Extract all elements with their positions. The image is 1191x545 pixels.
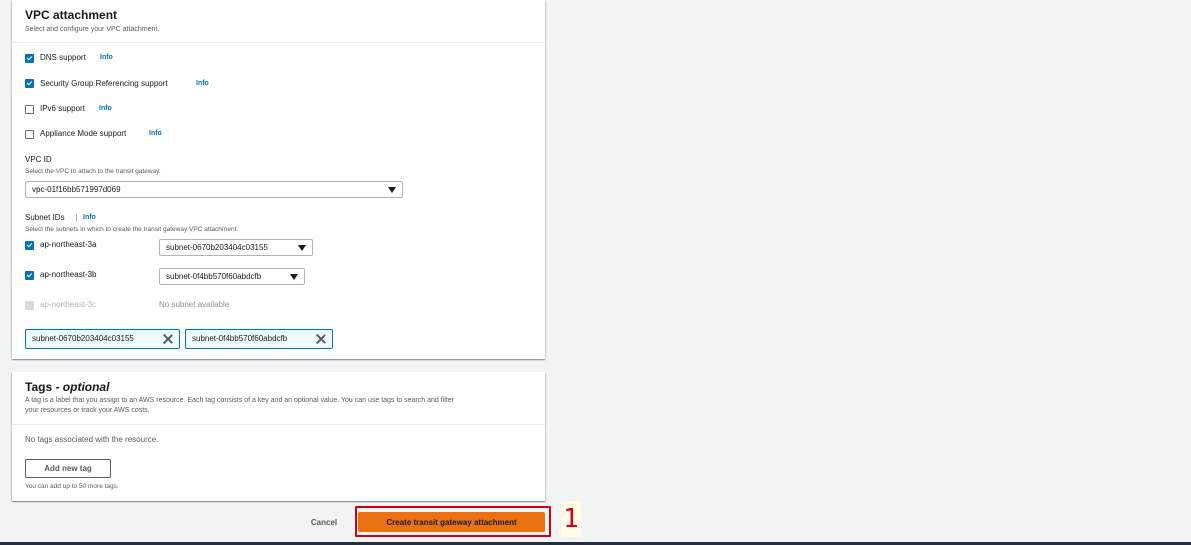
vpc-attachment-description: Select and configure your VPC attachment… <box>25 26 160 33</box>
tags-limit-text: You can add up to 50 more tags. <box>25 483 119 490</box>
subnet-token-label: subnet-0670b203404c03155 <box>32 334 134 343</box>
zone-3b-label: ap-northeast-3b <box>40 270 97 279</box>
cancel-button[interactable]: Cancel <box>300 512 348 532</box>
create-transit-gateway-attachment-button[interactable]: Create transit gateway attachment <box>358 512 545 532</box>
subnet-ids-description: Select the subnets in which to create th… <box>25 226 239 233</box>
security-group-referencing-info-link[interactable]: Info <box>196 80 209 87</box>
tags-panel: Tags - optional A tag is a label that yo… <box>12 372 545 501</box>
subnet-ids-label: Subnet IDs <box>25 213 65 222</box>
ipv6-support-checkbox[interactable] <box>25 105 34 114</box>
zone-3a-subnet-value: subnet-0670b203404c03155 <box>166 243 268 252</box>
tags-description-line1: A tag is a label that you assign to an A… <box>25 397 454 404</box>
appliance-mode-label: Appliance Mode support <box>40 129 127 138</box>
annotation-step-number: 1 <box>561 501 581 537</box>
appliance-mode-info-link[interactable]: Info <box>149 130 162 137</box>
appliance-mode-checkbox[interactable] <box>25 130 34 139</box>
zone-3b-checkbox[interactable] <box>25 271 34 280</box>
vpc-id-value: vpc-01f16bb571997d069 <box>32 185 121 194</box>
vpc-id-description: Select the VPC to attach to the transit … <box>25 168 161 175</box>
zone-3a-subnet-select[interactable]: subnet-0670b203404c03155 <box>159 239 313 256</box>
tags-title-optional: optional <box>62 380 110 394</box>
close-icon[interactable] <box>163 334 173 344</box>
zone-3c-label: ap-northeast-3c <box>40 300 97 309</box>
vpc-attachment-header: VPC attachment Select and configure your… <box>12 0 545 43</box>
dns-support-label: DNS support <box>40 53 86 62</box>
subnet-token: subnet-0f4bb570f60abdcfb <box>185 329 333 349</box>
vpc-attachment-title: VPC attachment <box>25 8 118 22</box>
tags-title-main: Tags - <box>25 380 63 394</box>
ipv6-support-info-link[interactable]: Info <box>99 105 112 112</box>
dns-support-checkbox[interactable] <box>25 54 34 63</box>
no-tags-text: No tags associated with the resource. <box>25 435 159 444</box>
tags-header: Tags - optional A tag is a label that yo… <box>12 372 545 425</box>
subnet-token-label: subnet-0f4bb570f60abdcfb <box>192 334 288 343</box>
subnet-ids-info-link[interactable]: Info <box>83 214 96 221</box>
zone-3c-checkbox <box>25 301 34 310</box>
tags-description-line2: your resources or track your AWS costs. <box>25 407 150 414</box>
dns-support-info-link[interactable]: Info <box>100 54 113 61</box>
zone-3a-label: ap-northeast-3a <box>40 240 97 249</box>
subnet-token: subnet-0670b203404c03155 <box>25 329 180 349</box>
caret-down-icon <box>388 187 396 193</box>
close-icon[interactable] <box>316 334 326 344</box>
vpc-id-select[interactable]: vpc-01f16bb571997d069 <box>25 181 403 198</box>
vpc-attachment-panel: VPC attachment Select and configure your… <box>12 0 545 359</box>
zone-3a-checkbox[interactable] <box>25 241 34 250</box>
vpc-id-label: VPC ID <box>25 155 52 164</box>
label-divider <box>76 214 77 222</box>
ipv6-support-label: IPv6 support <box>40 104 85 113</box>
security-group-referencing-label: Security Group Referencing support <box>40 79 168 88</box>
security-group-referencing-checkbox[interactable] <box>25 79 34 88</box>
zone-3c-no-subnet-text: No subnet available <box>159 300 230 309</box>
zone-3b-subnet-select[interactable]: subnet-0f4bb570f60abdcfb <box>159 268 305 285</box>
zone-3b-subnet-value: subnet-0f4bb570f60abdcfb <box>166 272 262 281</box>
add-new-tag-button[interactable]: Add new tag <box>25 459 111 478</box>
tags-title: Tags - optional <box>25 380 109 394</box>
caret-down-icon <box>290 274 298 280</box>
caret-down-icon <box>298 245 306 251</box>
